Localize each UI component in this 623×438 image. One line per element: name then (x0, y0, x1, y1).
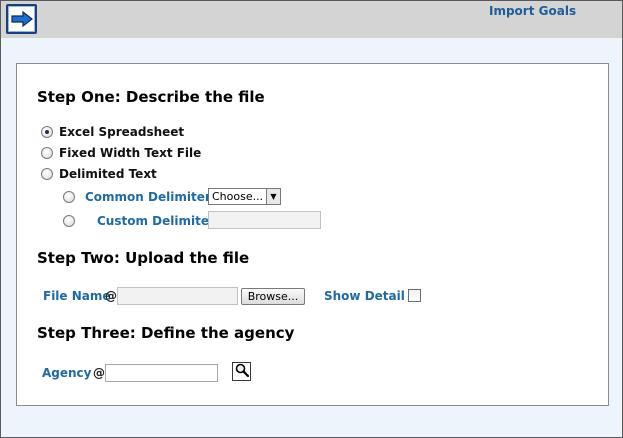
agency-label: Agency (42, 366, 92, 380)
radio-button[interactable] (63, 215, 75, 227)
required-marker: @ (105, 289, 117, 303)
file-name-input[interactable] (117, 287, 238, 305)
browse-button[interactable]: Browse... (241, 288, 305, 305)
common-delimiters-select[interactable]: Choose... ▼ (208, 188, 281, 205)
radio-button[interactable] (41, 126, 53, 138)
arrow-right-icon (10, 11, 33, 27)
show-detail-label: Show Detail (324, 289, 405, 303)
radio-delimited-text[interactable]: Delimited Text (41, 167, 157, 181)
common-delimiters-label: Common Delimiters (85, 190, 218, 204)
show-detail-checkbox[interactable] (408, 289, 421, 302)
agency-lookup-button[interactable] (232, 362, 251, 381)
radio-label: Excel Spreadsheet (59, 125, 185, 139)
custom-delimiter-input[interactable] (208, 211, 321, 229)
step-three-heading: Step Three: Define the agency (37, 324, 295, 342)
step-two-heading: Step Two: Upload the file (37, 249, 250, 267)
radio-button[interactable] (41, 147, 53, 159)
custom-delimiter-label: Custom Delimiter (97, 214, 215, 228)
radio-custom-delimiter[interactable]: Custom Delimiter (63, 214, 215, 228)
required-marker: @ (93, 366, 105, 380)
step-one-heading: Step One: Describe the file (37, 88, 265, 106)
top-bar: Import Goals (1, 1, 622, 38)
radio-excel-spreadsheet[interactable]: Excel Spreadsheet (41, 125, 184, 139)
radio-label: Fixed Width Text File (59, 146, 202, 160)
radio-button[interactable] (63, 191, 75, 203)
radio-button[interactable] (41, 168, 53, 180)
page-title[interactable]: Import Goals (489, 4, 576, 18)
radio-label: Delimited Text (59, 167, 157, 181)
chevron-down-icon[interactable]: ▼ (266, 189, 280, 204)
navigate-button[interactable] (6, 4, 37, 34)
radio-fixed-width-text-file[interactable]: Fixed Width Text File (41, 146, 201, 160)
agency-input[interactable] (105, 364, 218, 382)
file-name-label: File Name (43, 289, 111, 303)
magnifier-icon (235, 363, 249, 380)
radio-common-delimiters[interactable]: Common Delimiters (63, 190, 218, 204)
import-panel: Step One: Describe the file Excel Spread… (16, 63, 609, 406)
select-value: Choose... (212, 190, 264, 203)
